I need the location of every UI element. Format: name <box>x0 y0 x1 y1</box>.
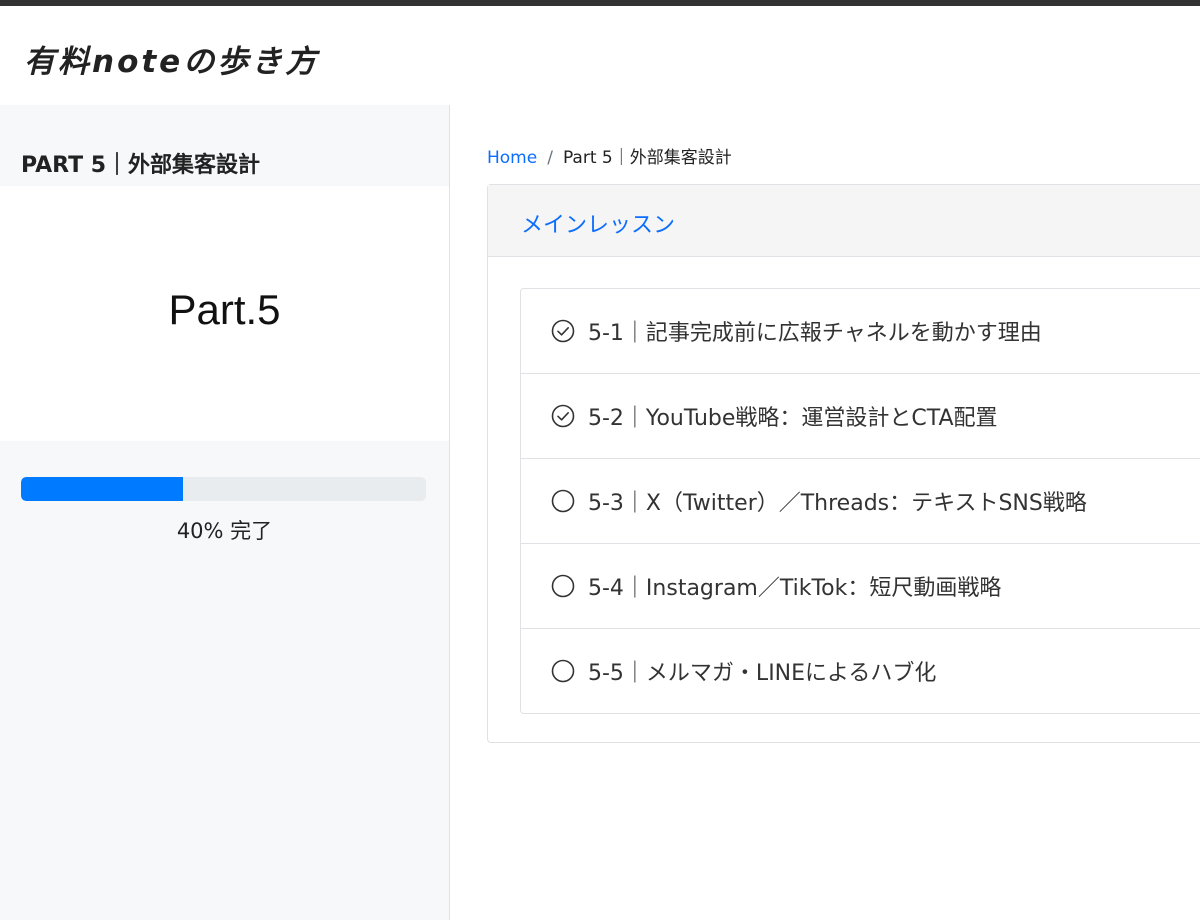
breadcrumb-current: Part 5｜外部集客設計 <box>562 148 732 168</box>
lesson-title: 5-4｜Instagram／TikTok：短尺動画戦略 <box>588 576 1002 601</box>
check-circle-icon <box>551 319 575 343</box>
lesson-item[interactable]: 5-5｜メルマガ・LINEによるハブ化 <box>521 629 1200 713</box>
site-logo[interactable]: 有料noteの歩き方 <box>24 36 319 81</box>
site-header: 有料noteの歩き方 <box>0 6 1200 105</box>
sidebar: PART 5｜外部集客設計 Part.5 40% 完了 <box>0 105 449 920</box>
lesson-list: 5-1｜記事完成前に広報チャネルを動かす理由 5-2｜YouTube戦略：運営設計… <box>520 288 1200 714</box>
sidebar-divider <box>449 105 450 920</box>
breadcrumb-home-link[interactable]: Home <box>487 148 537 168</box>
part-label: Part.5 <box>168 286 281 333</box>
main-lessons-card: メインレッスン 5-1｜記事完成前に広報チャネルを動かす理由 5-2｜YouTub… <box>487 184 1200 743</box>
card-header: メインレッスン <box>488 185 1200 257</box>
lesson-title: 5-3｜X（Twitter）／Threads：テキストSNS戦略 <box>588 491 1087 516</box>
sidebar-title: PART 5｜外部集客設計 <box>21 153 261 178</box>
lesson-item[interactable]: 5-1｜記事完成前に広報チャネルを動かす理由 <box>521 289 1200 374</box>
lesson-item[interactable]: 5-4｜Instagram／TikTok：短尺動画戦略 <box>521 544 1200 629</box>
breadcrumb: Home / Part 5｜外部集客設計 <box>487 143 732 168</box>
lesson-title: 5-2｜YouTube戦略：運営設計とCTA配置 <box>588 406 998 431</box>
part-card: Part.5 <box>0 186 449 441</box>
empty-circle-icon <box>551 659 575 683</box>
lesson-title: 5-1｜記事完成前に広報チャネルを動かす理由 <box>588 321 1042 346</box>
progress-bar-fill <box>21 477 183 501</box>
breadcrumb-separator: / <box>547 148 553 168</box>
progress-bar <box>21 477 426 501</box>
lesson-title: 5-5｜メルマガ・LINEによるハブ化 <box>588 661 937 686</box>
empty-circle-icon <box>551 489 575 513</box>
progress-text: 40% 完了 <box>176 519 273 543</box>
check-circle-icon <box>551 404 575 428</box>
lesson-item[interactable]: 5-2｜YouTube戦略：運営設計とCTA配置 <box>521 374 1200 459</box>
empty-circle-icon <box>551 574 575 598</box>
card-header-title[interactable]: メインレッスン <box>521 207 675 239</box>
lesson-item[interactable]: 5-3｜X（Twitter）／Threads：テキストSNS戦略 <box>521 459 1200 544</box>
